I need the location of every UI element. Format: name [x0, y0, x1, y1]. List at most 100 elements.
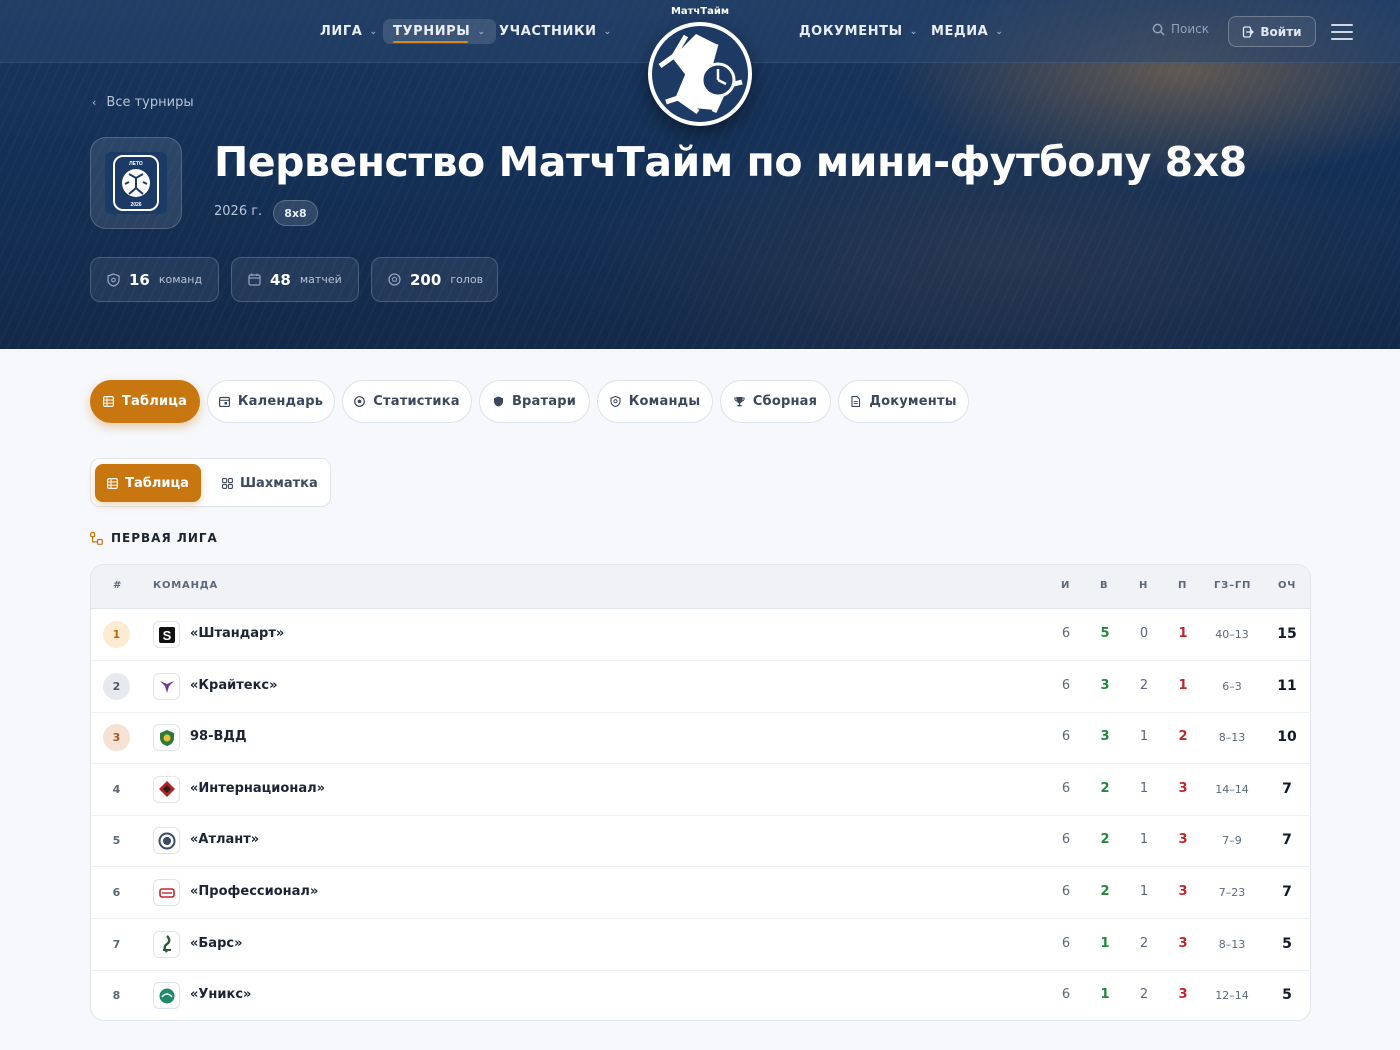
- brand-logo[interactable]: [648, 22, 752, 126]
- played-cell: 6: [1061, 729, 1071, 745]
- calendar-icon: [218, 396, 230, 407]
- header-drawn: Н: [1139, 580, 1149, 591]
- menu-icon[interactable]: [1331, 24, 1353, 40]
- points-cell: 7: [1282, 884, 1292, 900]
- team-name[interactable]: «Крайтекс»: [190, 678, 278, 693]
- team-name[interactable]: «Барс»: [190, 936, 243, 951]
- bracket-icon: [90, 531, 103, 545]
- nav-participants[interactable]: УЧАСТНИКИ ⌄: [499, 19, 612, 44]
- team-logo: S: [153, 621, 180, 648]
- team-logo-icon: [158, 781, 175, 798]
- table-row[interactable]: 2 «Крайтекс» 6 3 2 1 6–3 11: [91, 661, 1310, 713]
- team-logo-icon: [158, 887, 175, 898]
- nav-league-label: ЛИГА: [320, 24, 363, 39]
- team-name[interactable]: «Штандарт»: [190, 626, 284, 641]
- drawn-cell: 0: [1139, 626, 1149, 641]
- points-cell: 11: [1277, 677, 1297, 694]
- tab-national-team-label: Сборная: [752, 394, 818, 409]
- table-row[interactable]: 4 «Интернационал» 6 2 1 3 14–14 7: [91, 764, 1310, 816]
- login-button[interactable]: Войти: [1228, 16, 1316, 47]
- view-table-button[interactable]: Таблица: [95, 464, 201, 502]
- stat-goals-value: 200: [410, 270, 442, 289]
- tab-goalkeepers[interactable]: Вратари: [479, 380, 590, 423]
- table-row[interactable]: 3 98-ВДД 6 3 1 2 8–13 10: [91, 712, 1310, 765]
- nav-media[interactable]: МЕДИА ⌄: [931, 19, 1004, 44]
- view-chess-label: Шахматка: [240, 475, 318, 491]
- team-name[interactable]: «Профессионал»: [190, 884, 318, 899]
- team-name[interactable]: «Уникс»: [190, 987, 251, 1002]
- table-row[interactable]: 8 «Уникс» 6 1 2 3 12–14 5: [91, 970, 1310, 1020]
- table-header: # КОМАНДА И В Н П ГЗ–ГП ОЧ: [91, 565, 1310, 609]
- team-name[interactable]: «Интернационал»: [190, 781, 325, 796]
- nav-participants-label: УЧАСТНИКИ: [499, 24, 597, 39]
- played-cell: 6: [1061, 884, 1071, 899]
- back-to-tournaments-link[interactable]: ‹ Все турниры: [92, 95, 194, 110]
- view-toggle: Таблица Шахматка: [90, 458, 331, 507]
- lost-cell: 3: [1178, 884, 1188, 899]
- nav-media-label: МЕДИА: [931, 24, 989, 39]
- chevron-down-icon: ⌄: [995, 26, 1004, 37]
- goals-cell: 14–14: [1215, 782, 1249, 796]
- standings-table: # КОМАНДА И В Н П ГЗ–ГП ОЧ 1 S «Штандарт…: [90, 564, 1311, 1021]
- tab-teams-label: Команды: [628, 394, 701, 409]
- goals-cell: 6–3: [1222, 679, 1242, 693]
- badge-icon: [610, 396, 621, 407]
- position-badge: 7: [112, 937, 121, 951]
- svg-text:2026: 2026: [130, 202, 141, 208]
- goals-cell: 40–13: [1215, 628, 1249, 641]
- played-cell: 6: [1061, 987, 1071, 1003]
- search-button[interactable]: Поиск: [1152, 22, 1209, 36]
- stat-teams-value: 16: [129, 270, 150, 289]
- nav-documents[interactable]: ДОКУМЕНТЫ ⌄: [799, 19, 918, 44]
- tab-goalkeepers-label: Вратари: [511, 394, 577, 409]
- tab-statistics-label: Статистика: [373, 394, 460, 409]
- tab-calendar[interactable]: Календарь: [207, 380, 335, 423]
- header-position: #: [113, 580, 123, 591]
- tab-table[interactable]: Таблица: [90, 380, 200, 423]
- table-row[interactable]: 1 S «Штандарт» 6 5 0 1 40–13 15: [91, 609, 1310, 661]
- position-badge: 3: [103, 724, 130, 752]
- view-chess-button[interactable]: Шахматка: [222, 464, 318, 502]
- goals-cell: 8–13: [1218, 937, 1246, 951]
- tab-table-label: Таблица: [121, 394, 188, 409]
- nav-tournaments[interactable]: ТУРНИРЫ ⌄: [383, 19, 496, 44]
- group-heading: ПЕРВАЯ ЛИГА: [90, 531, 218, 545]
- tab-teams[interactable]: Команды: [597, 380, 713, 423]
- nav-league[interactable]: ЛИГА ⌄: [320, 19, 378, 44]
- team-logo: [153, 879, 180, 906]
- tab-statistics[interactable]: Статистика: [342, 380, 472, 423]
- goals-cell: 7–9: [1222, 834, 1242, 848]
- position-badge: 1: [103, 621, 130, 648]
- format-badge: 8х8: [273, 200, 318, 226]
- tab-documents[interactable]: Документы: [838, 380, 969, 423]
- ball-clock-logo-icon: [656, 30, 744, 118]
- lost-cell: 3: [1178, 987, 1188, 1003]
- table-row[interactable]: 5 «Атлант» 6 2 1 3 7–9 7: [91, 815, 1310, 868]
- lost-cell: 1: [1178, 677, 1188, 693]
- team-name[interactable]: 98-ВДД: [190, 729, 247, 744]
- goals-cell: 7–23: [1218, 886, 1246, 899]
- header-lost: П: [1178, 580, 1188, 591]
- team-logo-icon: [162, 935, 171, 953]
- position-badge: 8: [112, 989, 121, 1003]
- tournament-year: 2026 г.: [214, 204, 263, 219]
- login-icon: [1243, 25, 1255, 38]
- ball-icon: [354, 396, 366, 407]
- stat-goals: 200 голов: [371, 257, 498, 302]
- login-label: Войти: [1260, 24, 1302, 39]
- lost-cell: 1: [1178, 626, 1188, 641]
- table-row[interactable]: 7 «Барс» 6 1 2 3 8–13 5: [91, 919, 1310, 971]
- view-table-label: Таблица: [125, 475, 189, 491]
- played-cell: 6: [1061, 677, 1071, 693]
- table-row[interactable]: 6 «Профессионал» 6 2 1 3 7–23 7: [91, 867, 1310, 919]
- team-name[interactable]: «Атлант»: [190, 832, 259, 847]
- played-cell: 6: [1061, 832, 1071, 848]
- search-label: Поиск: [1171, 22, 1210, 36]
- team-logo: [153, 775, 180, 803]
- team-logo: [153, 724, 180, 752]
- tab-national-team[interactable]: Сборная: [720, 380, 831, 423]
- won-cell: 2: [1100, 832, 1110, 848]
- drawn-cell: 1: [1139, 884, 1149, 899]
- stat-teams: 16 команд: [90, 257, 219, 302]
- grid-icon: [102, 396, 114, 407]
